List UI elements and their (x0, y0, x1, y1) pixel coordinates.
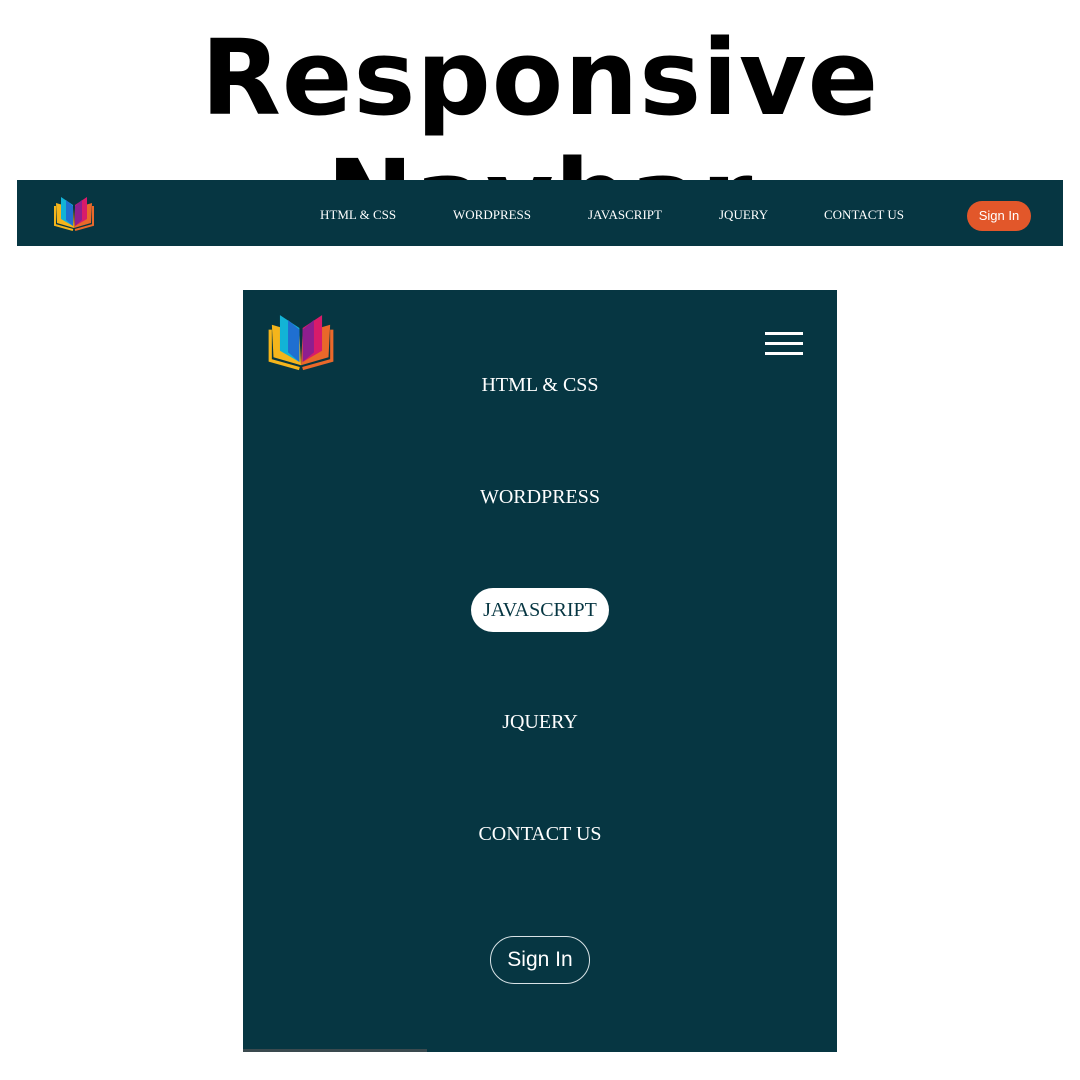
desktop-nav-link-javascript[interactable]: JAVASCRIPT (588, 207, 662, 223)
mobile-nav-link-contact-us[interactable]: CONTACT US (466, 812, 613, 856)
mobile-nav-item-html-css: HTML & CSS (243, 363, 837, 407)
horizontal-scrollbar[interactable] (243, 1049, 427, 1052)
mobile-navbar: HTML & CSS WORDPRESS JAVASCRIPT JQUERY C… (243, 290, 837, 1052)
mobile-nav-item-contact-us: CONTACT US (243, 812, 837, 856)
desktop-navbar: HTML & CSS WORDPRESS JAVASCRIPT JQUERY C… (17, 180, 1063, 246)
desktop-sign-in-button[interactable]: Sign In (967, 201, 1031, 231)
desktop-nav-link-wordpress[interactable]: WORDPRESS (453, 207, 531, 223)
mobile-nav-link-javascript-active[interactable]: JAVASCRIPT (471, 588, 609, 632)
mobile-nav-item-jquery: JQUERY (243, 700, 837, 744)
mobile-nav-item-wordpress: WORDPRESS (243, 475, 837, 519)
desktop-nav-link-html-css[interactable]: HTML & CSS (320, 207, 396, 223)
mobile-nav-link-html-css[interactable]: HTML & CSS (469, 363, 610, 407)
mobile-sign-in-button[interactable]: Sign In (490, 936, 590, 984)
mobile-sign-in-wrap: Sign In (243, 936, 837, 984)
desktop-nav-link-contact-us[interactable]: CONTACT US (824, 207, 904, 223)
mobile-nav-link-jquery[interactable]: JQUERY (490, 700, 590, 744)
mobile-nav-item-javascript: JAVASCRIPT (243, 588, 837, 632)
desktop-nav-link-jquery[interactable]: JQUERY (719, 207, 768, 223)
mobile-nav-link-wordpress[interactable]: WORDPRESS (468, 475, 612, 519)
hamburger-icon[interactable] (765, 332, 803, 358)
